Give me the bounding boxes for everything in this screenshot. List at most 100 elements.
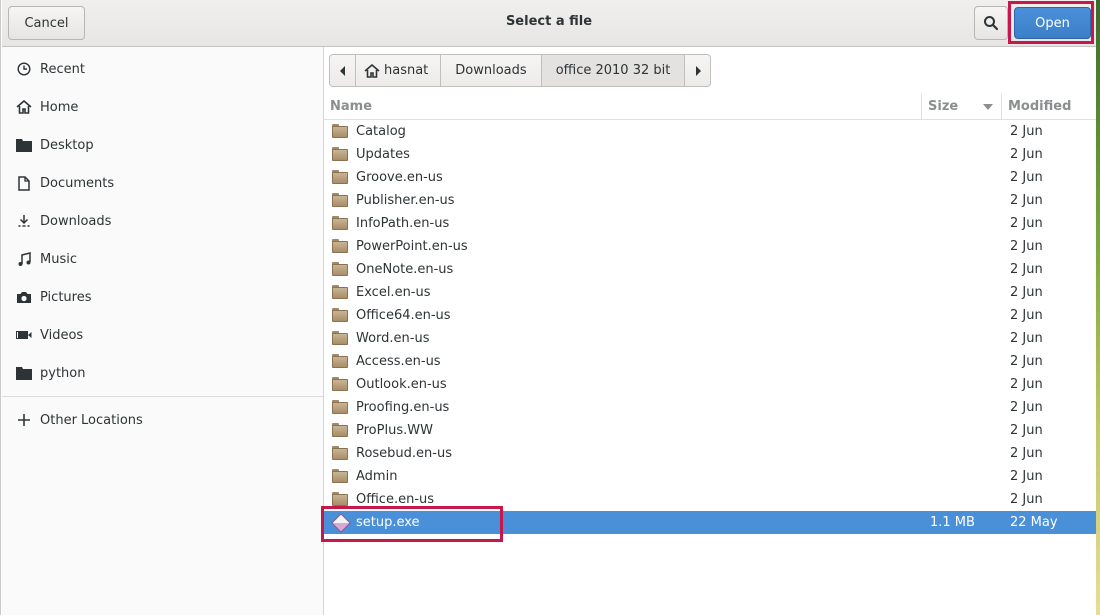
dialog-title: Select a file [505, 14, 593, 29]
file-modified: 2 Jun [1010, 147, 1043, 162]
file-icon [332, 124, 348, 138]
folder-icon [332, 285, 348, 299]
file-modified: 2 Jun [1010, 354, 1043, 369]
file-row[interactable]: Publisher.en-us 2 Jun [324, 189, 1097, 212]
file-modified: 2 Jun [1010, 331, 1043, 346]
folder-icon [332, 400, 348, 414]
file-modified: 2 Jun [1010, 193, 1043, 208]
path-crumb-current[interactable]: office 2010 32 bit [540, 54, 686, 87]
file-modified: 2 Jun [1010, 446, 1043, 461]
file-size: 1.1 MB [930, 515, 975, 530]
folder-icon [332, 216, 348, 230]
file-list: Name Size Modified Catalog 2 Jun Updates 2 … [324, 94, 1097, 615]
file-row[interactable]: OneNote.en-us 2 Jun [324, 258, 1097, 281]
path-scroll-right-button[interactable] [684, 54, 712, 87]
file-modified: 2 Jun [1010, 262, 1043, 277]
folder-icon [332, 377, 348, 391]
file-modified: 2 Jun [1010, 469, 1043, 484]
sidebar-item-recent[interactable]: Recent [2, 50, 323, 88]
path-crumb-label: hasnat [384, 63, 429, 78]
video-icon [16, 327, 32, 343]
column-header-name[interactable]: Name [324, 94, 922, 120]
file-name: Excel.en-us [356, 285, 431, 300]
file-row[interactable]: Outlook.en-us 2 Jun [324, 373, 1097, 396]
sidebar-item-pictures[interactable]: Pictures [2, 278, 323, 316]
sidebar-item-other-locations[interactable]: Other Locations [2, 401, 323, 439]
desktop-background [1096, 0, 1100, 615]
sidebar-item-python[interactable]: python [2, 354, 323, 392]
file-row[interactable]: Admin 2 Jun [324, 465, 1097, 488]
sidebar-item-label: Other Locations [40, 412, 143, 428]
sidebar-item-label: Home [40, 99, 79, 115]
home-icon [16, 99, 32, 115]
home-icon [364, 63, 380, 78]
column-header-label: Size [928, 99, 959, 114]
file-icon [332, 262, 348, 276]
file-name: Updates [356, 147, 410, 162]
column-header-modified[interactable]: Modified [1002, 94, 1097, 120]
folder-icon [332, 446, 348, 460]
file-name: Rosebud.en-us [356, 446, 452, 461]
file-name: InfoPath.en-us [356, 216, 450, 231]
file-icon [332, 469, 348, 483]
file-name: PowerPoint.en-us [356, 239, 468, 254]
file-row[interactable]: InfoPath.en-us 2 Jun [324, 212, 1097, 235]
folder-icon [332, 239, 348, 253]
path-bar: hasnat Downloads office 2010 32 bit [329, 54, 712, 87]
file-icon [332, 354, 348, 368]
column-header-size[interactable]: Size [922, 94, 1002, 120]
path-crumb-home[interactable]: hasnat [355, 54, 442, 87]
path-scroll-left-button[interactable] [329, 54, 356, 87]
sidebar-item-downloads[interactable]: Downloads [2, 202, 323, 240]
folder-icon [332, 469, 348, 483]
file-icon [332, 331, 348, 345]
file-row[interactable]: PowerPoint.en-us 2 Jun [324, 235, 1097, 258]
sidebar-item-label: Documents [40, 175, 115, 191]
file-row[interactable]: Office.en-us 2 Jun [324, 488, 1097, 511]
file-row[interactable]: Updates 2 Jun [324, 143, 1097, 166]
file-name: setup.exe [356, 515, 420, 530]
folder-icon [332, 124, 348, 138]
file-row[interactable]: Word.en-us 2 Jun [324, 327, 1097, 350]
file-row[interactable]: Access.en-us 2 Jun [324, 350, 1097, 373]
chevron-right-icon [695, 65, 701, 76]
sidebar-item-music[interactable]: Music [2, 240, 323, 278]
camera-icon [16, 289, 32, 305]
file-icon [332, 170, 348, 184]
folder-icon [332, 262, 348, 276]
file-modified: 2 Jun [1010, 285, 1043, 300]
file-row[interactable]: Rosebud.en-us 2 Jun [324, 442, 1097, 465]
sidebar-item-videos[interactable]: Videos [2, 316, 323, 354]
document-icon [16, 175, 32, 191]
path-crumb-downloads[interactable]: Downloads [440, 54, 542, 87]
folder-icon [332, 147, 348, 161]
file-row[interactable]: Catalog 2 Jun [324, 120, 1097, 143]
places-sidebar: Recent Home Desktop Documents Downloads [2, 47, 324, 615]
file-chooser-dialog: Cancel Select a file Open Recent Home De… [0, 0, 1097, 615]
sidebar-item-home[interactable]: Home [2, 88, 323, 126]
file-row[interactable]: ProPlus.WW 2 Jun [324, 419, 1097, 442]
file-modified: 2 Jun [1010, 423, 1043, 438]
file-row[interactable]: Office64.en-us 2 Jun [324, 304, 1097, 327]
file-modified: 2 Jun [1010, 400, 1043, 415]
folder-icon [332, 423, 348, 437]
file-row[interactable]: Proofing.en-us 2 Jun [324, 396, 1097, 419]
file-row[interactable]: Excel.en-us 2 Jun [324, 281, 1097, 304]
sort-descending-icon [983, 104, 993, 110]
search-button[interactable] [974, 6, 1008, 40]
file-name: Office.en-us [356, 492, 435, 507]
file-icon [332, 446, 348, 460]
file-modified: 2 Jun [1010, 170, 1043, 185]
column-header-label: Name [330, 99, 373, 114]
file-name: Proofing.en-us [356, 400, 450, 415]
file-icon [332, 285, 348, 299]
sidebar-item-label: Music [40, 251, 77, 267]
file-icon [332, 147, 348, 161]
file-name: Groove.en-us [356, 170, 443, 185]
file-row[interactable]: Groove.en-us 2 Jun [324, 166, 1097, 189]
sidebar-item-desktop[interactable]: Desktop [2, 126, 323, 164]
file-name: Word.en-us [356, 331, 430, 346]
file-row[interactable]: setup.exe 1.1 MB 22 May [324, 511, 1097, 534]
sidebar-item-documents[interactable]: Documents [2, 164, 323, 202]
open-button[interactable]: Open [1014, 7, 1091, 39]
